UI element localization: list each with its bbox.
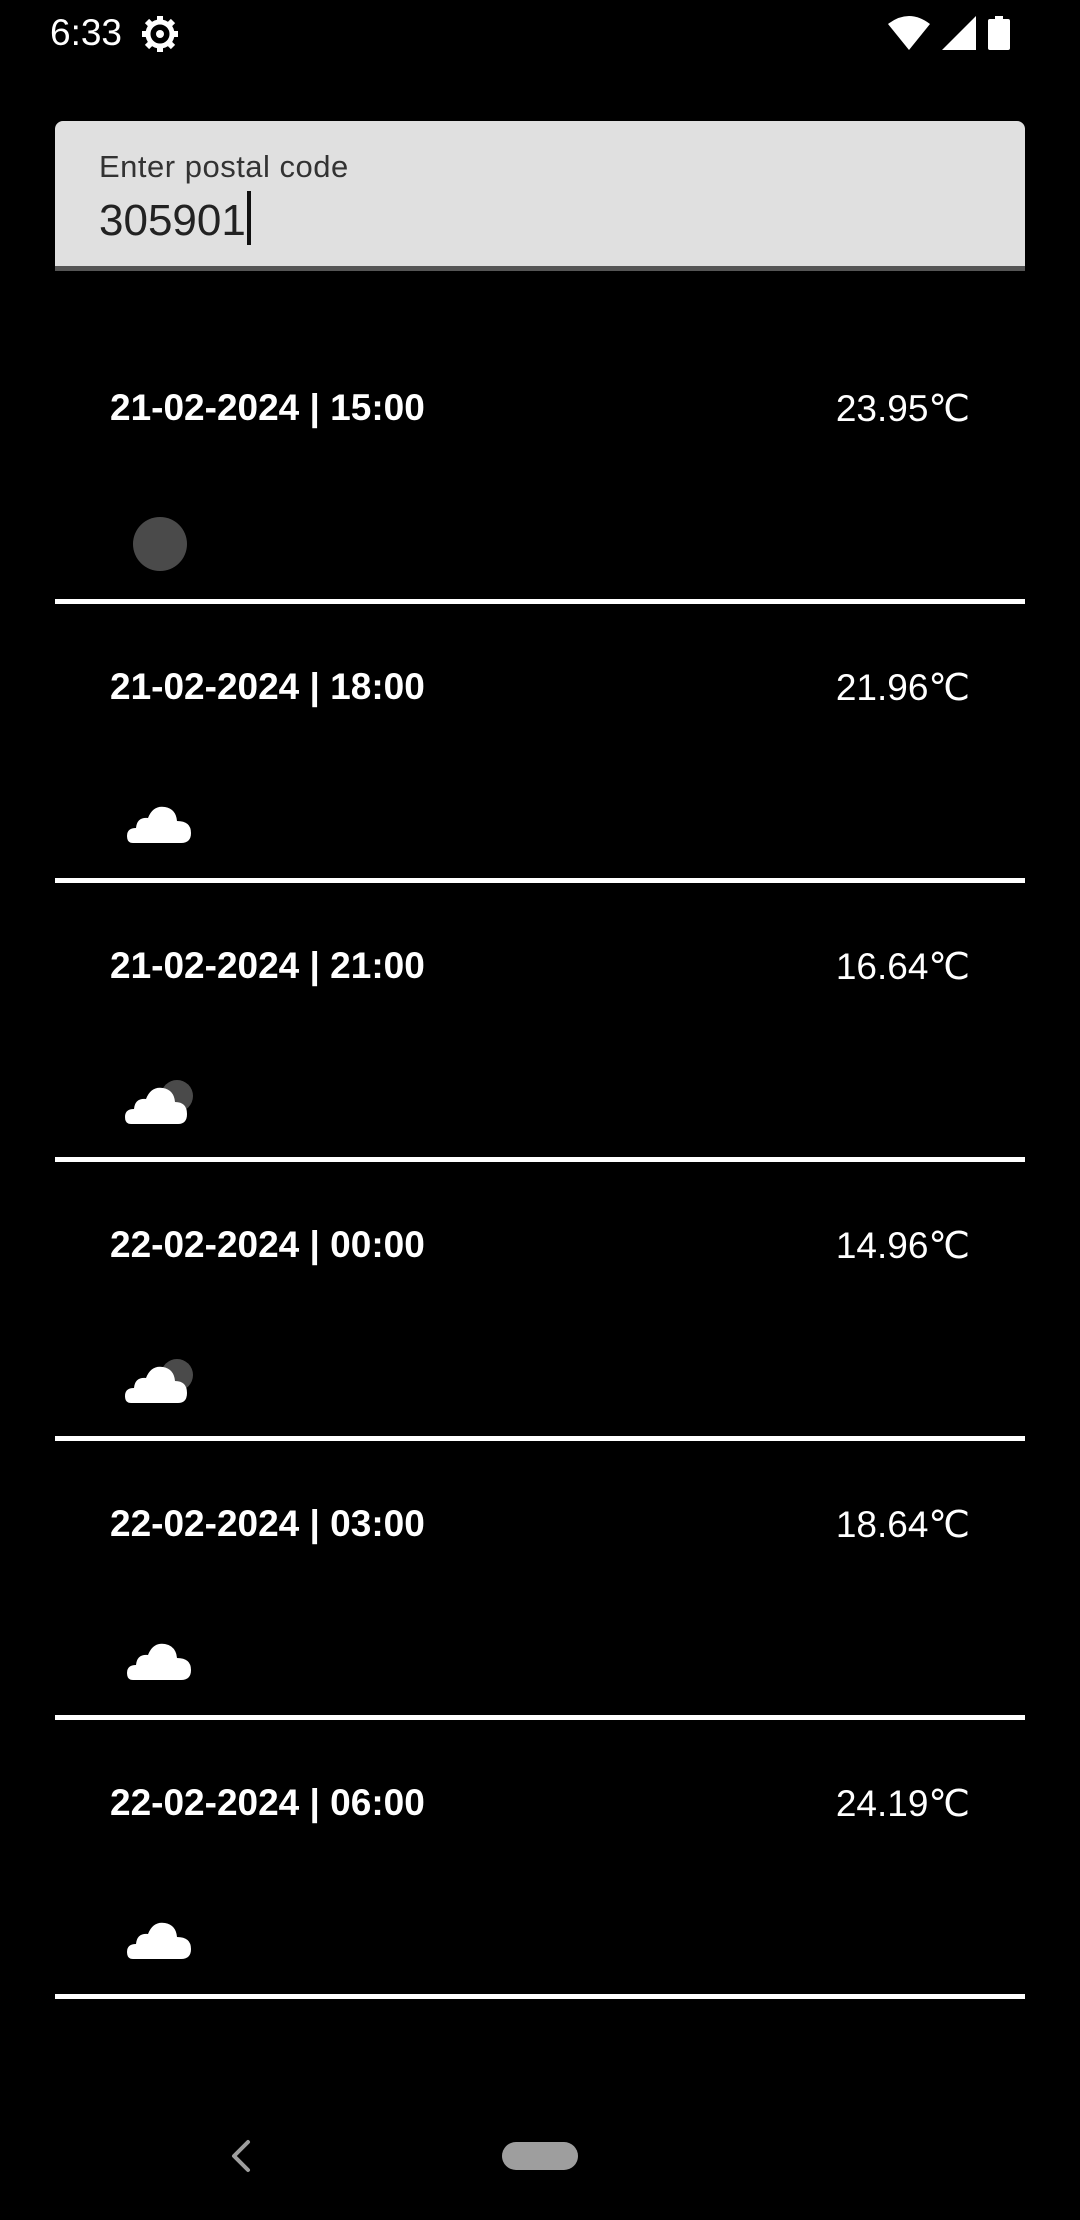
home-pill-icon[interactable] [502,2142,578,2170]
settings-gear-icon [142,16,178,52]
back-icon[interactable] [222,2136,258,2176]
cloud-moon-icon [125,1080,193,1124]
forecast-datetime: 21-02-2024 | 21:00 [110,945,425,986]
forecast-item: 22-02-2024 | 03:00 18.64℃ [55,1441,1025,1720]
navigation-bar [0,2100,1080,2220]
forecast-item: 21-02-2024 | 15:00 23.95℃ [55,325,1025,604]
wifi-icon [888,16,930,50]
forecast-item: 22-02-2024 | 00:00 14.96℃ [55,1162,1025,1441]
forecast-temperature: 18.64℃ [835,1504,970,1545]
forecast-temperature: 16.64℃ [835,946,970,987]
postal-code-input[interactable]: Enter postal code 305901 [55,121,1025,271]
moon-icon [133,517,187,571]
cloud-icon [127,806,191,843]
postal-code-label: Enter postal code [99,149,349,184]
text-cursor [246,191,251,245]
forecast-datetime: 22-02-2024 | 03:00 [110,1503,425,1544]
cloud-icon [127,1922,191,1959]
status-bar: 6:33 [0,0,1080,66]
forecast-list: 21-02-2024 | 15:00 23.95℃ 21-02-2024 | 1… [55,325,1025,1999]
forecast-temperature: 21.96℃ [835,667,970,708]
forecast-temperature: 23.95℃ [835,388,970,429]
forecast-datetime: 21-02-2024 | 15:00 [110,387,425,428]
forecast-datetime: 22-02-2024 | 06:00 [110,1782,425,1823]
forecast-temperature: 14.96℃ [835,1225,970,1266]
cloud-icon [127,1643,191,1680]
cellular-signal-icon [942,16,976,50]
forecast-datetime: 22-02-2024 | 00:00 [110,1224,425,1265]
postal-code-value[interactable]: 305901 [99,196,246,245]
forecast-item: 21-02-2024 | 18:00 21.96℃ [55,604,1025,883]
forecast-item: 21-02-2024 | 21:00 16.64℃ [55,883,1025,1162]
cloud-moon-icon [125,1359,193,1403]
status-time: 6:33 [50,12,123,53]
forecast-datetime: 21-02-2024 | 18:00 [110,666,425,707]
forecast-item: 22-02-2024 | 06:00 24.19℃ [55,1720,1025,1999]
battery-icon [988,16,1010,50]
postal-code-value-row[interactable]: 305901 [99,191,251,246]
forecast-temperature: 24.19℃ [835,1783,970,1824]
